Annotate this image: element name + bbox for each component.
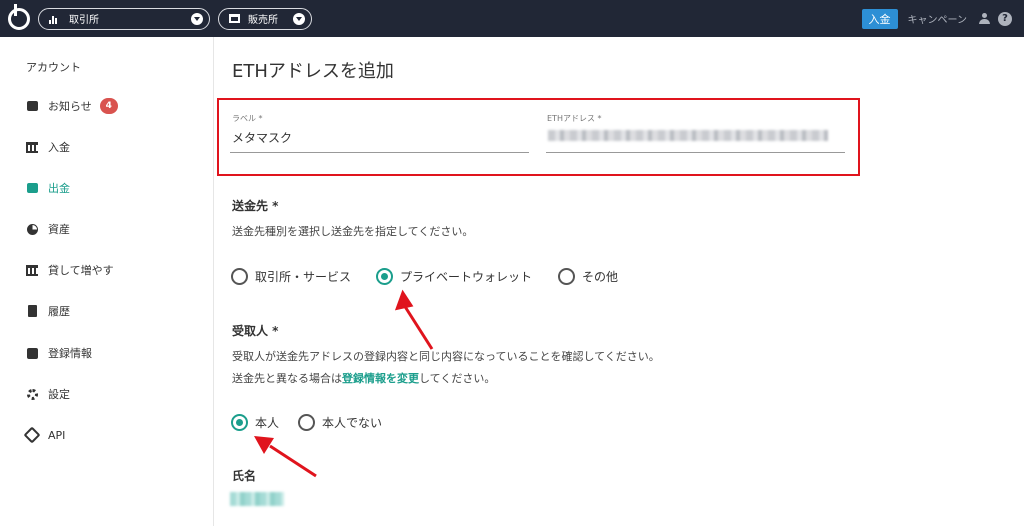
radio-circle-selected [376,268,393,285]
sidebar-item-label: 登録情報 [48,347,92,360]
gear-icon [26,388,38,400]
bank-icon [26,264,38,276]
message-icon [26,100,38,112]
chevron-down-icon [293,12,305,25]
sidebar-item-notifications[interactable]: お知らせ 4 [26,96,118,116]
sidebar-item-withdraw[interactable]: 出金 [26,178,70,198]
chart-icon [49,14,61,24]
help-icon[interactable]: ? [998,11,1012,26]
bank-icon [26,141,38,153]
campaign-link[interactable]: キャンペーン [908,11,968,26]
change-profile-link[interactable]: 登録情報を変更 [342,372,419,385]
top-navigation-bar: 取引所 販売所 入金 キャンペーン ? [0,0,1024,37]
pie-chart-icon [26,223,38,235]
sidebar-item-api[interactable]: API [23,425,66,445]
sidebar-item-deposit[interactable]: 入金 [26,137,70,157]
exchange-label: 取引所 [69,15,99,26]
sidebar-item-label: 履歴 [48,305,70,318]
sidebar-item-label: 設定 [48,388,70,401]
radio-private-wallet[interactable]: プライベートウォレット [376,268,532,285]
user-icon[interactable] [979,13,990,24]
deposit-button[interactable]: 入金 [861,8,898,29]
label-field-label: ラベル * [232,114,263,123]
sidebar-item-label: 資産 [48,223,70,236]
eth-address-input[interactable] [548,130,828,141]
radio-other[interactable]: その他 [558,268,618,285]
recipient-line2-text: 送金先と異なる場合は [232,372,342,385]
recipient-heading: 受取人 * [232,324,279,338]
recipient-description-line1: 受取人が送金先アドレスの登録内容と同じ内容になっていることを確認してください。 [232,350,660,363]
eth-address-underline [546,152,845,153]
store-icon [229,14,240,23]
label-field-underline [230,152,529,153]
sidebar: アカウント お知らせ 4 入金 出金 資産 貸して増やす 履歴 登録情報 設定 … [0,37,214,526]
radio-circle [231,268,248,285]
destination-heading: 送金先 * [232,199,279,213]
eth-address-field-label: ETHアドレス * [547,114,602,123]
store-label: 販売所 [248,15,278,26]
destination-description: 送金先種別を選択し送金先を指定してください。 [232,225,474,238]
radio-label: プライベートウォレット [400,270,533,284]
radio-self[interactable]: 本人 [231,414,279,431]
radio-exchange-service[interactable]: 取引所・サービス [231,268,351,285]
label-field-input[interactable]: メタマスク [232,129,292,146]
bitbank-logo-icon[interactable] [8,3,30,30]
annotation-arrow-icon [394,289,434,350]
sidebar-item-label: 出金 [48,182,70,195]
radio-label: 本人でない [322,416,383,430]
recipient-description-line2: 送金先と異なる場合は登録情報を変更してください。 [232,370,495,386]
radio-label: 本人 [255,416,280,430]
clipboard-icon [26,305,38,317]
name-value-blurred [230,492,284,506]
chevron-down-icon [191,12,203,25]
sidebar-item-lending[interactable]: 貸して増やす [26,260,114,280]
sidebar-item-label: 入金 [48,141,70,154]
api-icon [23,426,41,444]
radio-circle-selected [231,414,248,431]
radio-label: 取引所・サービス [255,270,352,284]
exchange-dropdown[interactable]: 取引所 [38,7,210,30]
radio-label: その他 [582,270,619,284]
annotation-arrow-icon [254,436,317,478]
notification-count-badge: 4 [99,98,118,114]
sidebar-item-label: API [48,428,66,442]
sidebar-item-settings[interactable]: 設定 [26,384,70,404]
store-dropdown[interactable]: 販売所 [218,7,312,30]
page-title: ETHアドレスを追加 [232,61,394,82]
id-card-icon [26,347,38,359]
recipient-line2-text-end: してください。 [419,372,496,385]
wallet-icon [26,182,38,194]
sidebar-item-assets[interactable]: 資産 [26,219,70,239]
sidebar-item-label: 貸して増やす [48,264,114,277]
sidebar-item-label: お知らせ [48,100,92,113]
sidebar-item-profile[interactable]: 登録情報 [26,343,92,363]
radio-not-self[interactable]: 本人でない [298,414,382,431]
sidebar-title: アカウント [26,61,81,74]
radio-circle [558,268,575,285]
sidebar-item-history[interactable]: 履歴 [26,301,70,321]
radio-circle [298,414,315,431]
